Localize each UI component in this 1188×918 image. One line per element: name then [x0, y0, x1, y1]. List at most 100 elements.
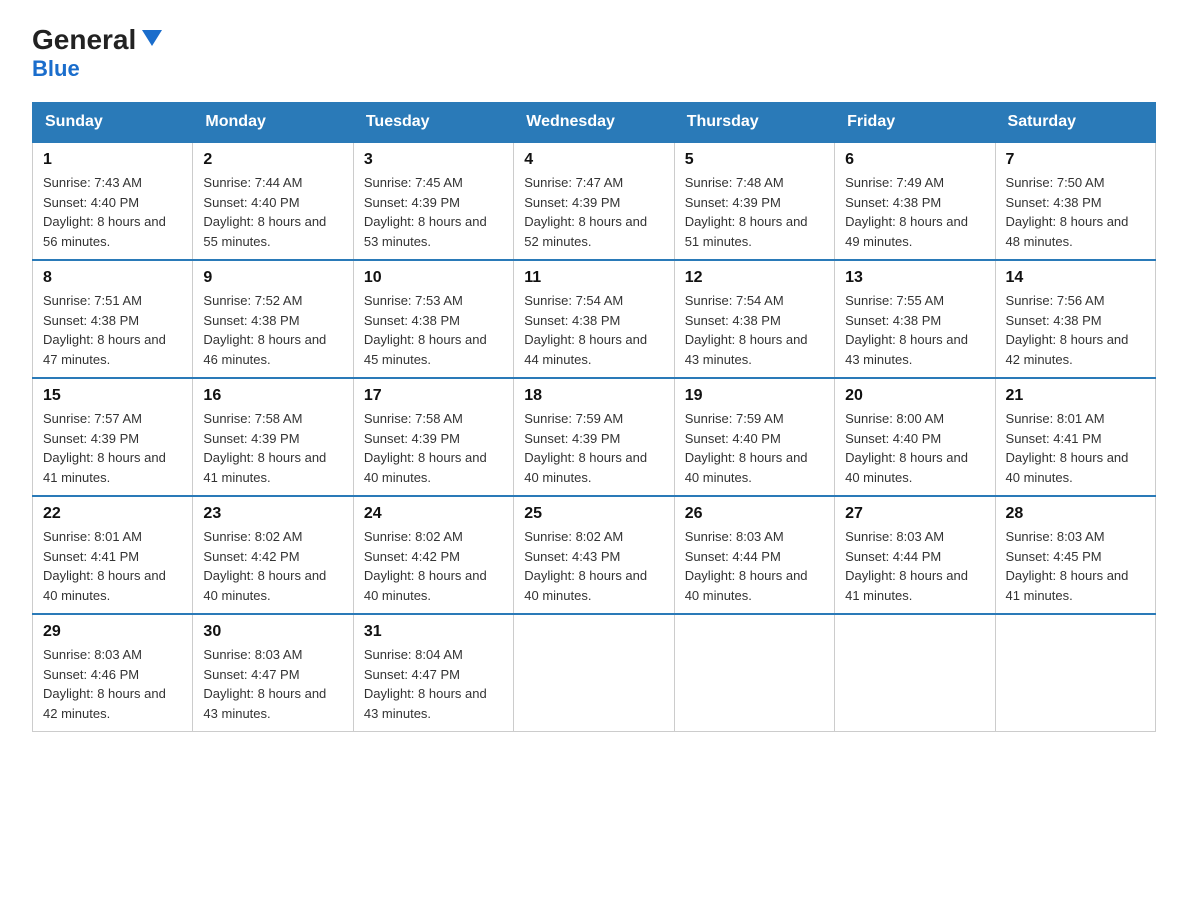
day-info: Sunrise: 7:51 AMSunset: 4:38 PMDaylight:…: [43, 293, 166, 367]
day-info: Sunrise: 8:02 AMSunset: 4:42 PMDaylight:…: [364, 529, 487, 603]
calendar-cell: [674, 614, 834, 732]
calendar-cell: 27 Sunrise: 8:03 AMSunset: 4:44 PMDaylig…: [835, 496, 995, 614]
day-info: Sunrise: 7:52 AMSunset: 4:38 PMDaylight:…: [203, 293, 326, 367]
day-info: Sunrise: 7:58 AMSunset: 4:39 PMDaylight:…: [203, 411, 326, 485]
calendar-cell: [514, 614, 674, 732]
calendar-cell: 24 Sunrise: 8:02 AMSunset: 4:42 PMDaylig…: [353, 496, 513, 614]
calendar-cell: 4 Sunrise: 7:47 AMSunset: 4:39 PMDayligh…: [514, 142, 674, 260]
day-number: 24: [364, 505, 503, 523]
day-info: Sunrise: 8:00 AMSunset: 4:40 PMDaylight:…: [845, 411, 968, 485]
calendar-cell: 10 Sunrise: 7:53 AMSunset: 4:38 PMDaylig…: [353, 260, 513, 378]
week-row-3: 15 Sunrise: 7:57 AMSunset: 4:39 PMDaylig…: [33, 378, 1156, 496]
day-number: 16: [203, 387, 342, 405]
day-info: Sunrise: 7:48 AMSunset: 4:39 PMDaylight:…: [685, 175, 808, 249]
day-info: Sunrise: 7:44 AMSunset: 4:40 PMDaylight:…: [203, 175, 326, 249]
day-info: Sunrise: 7:49 AMSunset: 4:38 PMDaylight:…: [845, 175, 968, 249]
calendar-table: SundayMondayTuesdayWednesdayThursdayFrid…: [32, 102, 1156, 732]
logo-blue-text: Blue: [32, 56, 80, 81]
calendar-cell: 26 Sunrise: 8:03 AMSunset: 4:44 PMDaylig…: [674, 496, 834, 614]
weekday-header-row: SundayMondayTuesdayWednesdayThursdayFrid…: [33, 103, 1156, 143]
calendar-cell: 13 Sunrise: 7:55 AMSunset: 4:38 PMDaylig…: [835, 260, 995, 378]
calendar-cell: 15 Sunrise: 7:57 AMSunset: 4:39 PMDaylig…: [33, 378, 193, 496]
day-info: Sunrise: 7:59 AMSunset: 4:40 PMDaylight:…: [685, 411, 808, 485]
day-number: 28: [1006, 505, 1145, 523]
day-info: Sunrise: 8:02 AMSunset: 4:43 PMDaylight:…: [524, 529, 647, 603]
day-info: Sunrise: 7:56 AMSunset: 4:38 PMDaylight:…: [1006, 293, 1129, 367]
calendar-cell: 11 Sunrise: 7:54 AMSunset: 4:38 PMDaylig…: [514, 260, 674, 378]
day-number: 23: [203, 505, 342, 523]
day-number: 31: [364, 623, 503, 641]
calendar-cell: 28 Sunrise: 8:03 AMSunset: 4:45 PMDaylig…: [995, 496, 1155, 614]
weekday-header-friday: Friday: [835, 103, 995, 143]
day-number: 15: [43, 387, 182, 405]
day-info: Sunrise: 7:47 AMSunset: 4:39 PMDaylight:…: [524, 175, 647, 249]
calendar-cell: [835, 614, 995, 732]
logo-general-text: General: [32, 24, 136, 56]
calendar-cell: 2 Sunrise: 7:44 AMSunset: 4:40 PMDayligh…: [193, 142, 353, 260]
day-info: Sunrise: 8:03 AMSunset: 4:44 PMDaylight:…: [685, 529, 808, 603]
calendar-cell: 12 Sunrise: 7:54 AMSunset: 4:38 PMDaylig…: [674, 260, 834, 378]
day-number: 7: [1006, 151, 1145, 169]
calendar-cell: 16 Sunrise: 7:58 AMSunset: 4:39 PMDaylig…: [193, 378, 353, 496]
weekday-header-thursday: Thursday: [674, 103, 834, 143]
day-info: Sunrise: 8:02 AMSunset: 4:42 PMDaylight:…: [203, 529, 326, 603]
weekday-header-wednesday: Wednesday: [514, 103, 674, 143]
calendar-cell: 25 Sunrise: 8:02 AMSunset: 4:43 PMDaylig…: [514, 496, 674, 614]
day-number: 21: [1006, 387, 1145, 405]
calendar-cell: 7 Sunrise: 7:50 AMSunset: 4:38 PMDayligh…: [995, 142, 1155, 260]
day-number: 4: [524, 151, 663, 169]
day-info: Sunrise: 8:01 AMSunset: 4:41 PMDaylight:…: [43, 529, 166, 603]
day-info: Sunrise: 8:03 AMSunset: 4:47 PMDaylight:…: [203, 647, 326, 721]
weekday-header-tuesday: Tuesday: [353, 103, 513, 143]
calendar-cell: 19 Sunrise: 7:59 AMSunset: 4:40 PMDaylig…: [674, 378, 834, 496]
day-number: 19: [685, 387, 824, 405]
calendar-cell: 31 Sunrise: 8:04 AMSunset: 4:47 PMDaylig…: [353, 614, 513, 732]
day-info: Sunrise: 7:43 AMSunset: 4:40 PMDaylight:…: [43, 175, 166, 249]
calendar-cell: 18 Sunrise: 7:59 AMSunset: 4:39 PMDaylig…: [514, 378, 674, 496]
day-info: Sunrise: 7:53 AMSunset: 4:38 PMDaylight:…: [364, 293, 487, 367]
logo-arrow-icon: [138, 24, 166, 52]
day-info: Sunrise: 8:01 AMSunset: 4:41 PMDaylight:…: [1006, 411, 1129, 485]
calendar-cell: 20 Sunrise: 8:00 AMSunset: 4:40 PMDaylig…: [835, 378, 995, 496]
calendar-cell: 21 Sunrise: 8:01 AMSunset: 4:41 PMDaylig…: [995, 378, 1155, 496]
calendar-cell: 6 Sunrise: 7:49 AMSunset: 4:38 PMDayligh…: [835, 142, 995, 260]
day-number: 6: [845, 151, 984, 169]
day-number: 12: [685, 269, 824, 287]
day-number: 17: [364, 387, 503, 405]
day-number: 13: [845, 269, 984, 287]
day-number: 2: [203, 151, 342, 169]
day-number: 9: [203, 269, 342, 287]
calendar-cell: 1 Sunrise: 7:43 AMSunset: 4:40 PMDayligh…: [33, 142, 193, 260]
day-number: 8: [43, 269, 182, 287]
day-info: Sunrise: 7:45 AMSunset: 4:39 PMDaylight:…: [364, 175, 487, 249]
day-info: Sunrise: 7:58 AMSunset: 4:39 PMDaylight:…: [364, 411, 487, 485]
calendar-cell: 23 Sunrise: 8:02 AMSunset: 4:42 PMDaylig…: [193, 496, 353, 614]
calendar-cell: 9 Sunrise: 7:52 AMSunset: 4:38 PMDayligh…: [193, 260, 353, 378]
calendar-cell: 30 Sunrise: 8:03 AMSunset: 4:47 PMDaylig…: [193, 614, 353, 732]
day-number: 11: [524, 269, 663, 287]
weekday-header-saturday: Saturday: [995, 103, 1155, 143]
week-row-4: 22 Sunrise: 8:01 AMSunset: 4:41 PMDaylig…: [33, 496, 1156, 614]
page-header: General Blue: [32, 24, 1156, 82]
day-info: Sunrise: 7:59 AMSunset: 4:39 PMDaylight:…: [524, 411, 647, 485]
day-info: Sunrise: 7:55 AMSunset: 4:38 PMDaylight:…: [845, 293, 968, 367]
day-info: Sunrise: 7:54 AMSunset: 4:38 PMDaylight:…: [524, 293, 647, 367]
day-info: Sunrise: 7:54 AMSunset: 4:38 PMDaylight:…: [685, 293, 808, 367]
calendar-cell: 17 Sunrise: 7:58 AMSunset: 4:39 PMDaylig…: [353, 378, 513, 496]
week-row-2: 8 Sunrise: 7:51 AMSunset: 4:38 PMDayligh…: [33, 260, 1156, 378]
day-number: 25: [524, 505, 663, 523]
day-info: Sunrise: 7:57 AMSunset: 4:39 PMDaylight:…: [43, 411, 166, 485]
calendar-cell: 3 Sunrise: 7:45 AMSunset: 4:39 PMDayligh…: [353, 142, 513, 260]
day-info: Sunrise: 8:04 AMSunset: 4:47 PMDaylight:…: [364, 647, 487, 721]
day-number: 14: [1006, 269, 1145, 287]
day-number: 10: [364, 269, 503, 287]
calendar-cell: 5 Sunrise: 7:48 AMSunset: 4:39 PMDayligh…: [674, 142, 834, 260]
day-number: 18: [524, 387, 663, 405]
day-number: 5: [685, 151, 824, 169]
calendar-cell: 8 Sunrise: 7:51 AMSunset: 4:38 PMDayligh…: [33, 260, 193, 378]
week-row-5: 29 Sunrise: 8:03 AMSunset: 4:46 PMDaylig…: [33, 614, 1156, 732]
day-number: 22: [43, 505, 182, 523]
day-info: Sunrise: 8:03 AMSunset: 4:46 PMDaylight:…: [43, 647, 166, 721]
week-row-1: 1 Sunrise: 7:43 AMSunset: 4:40 PMDayligh…: [33, 142, 1156, 260]
logo: General Blue: [32, 24, 166, 82]
